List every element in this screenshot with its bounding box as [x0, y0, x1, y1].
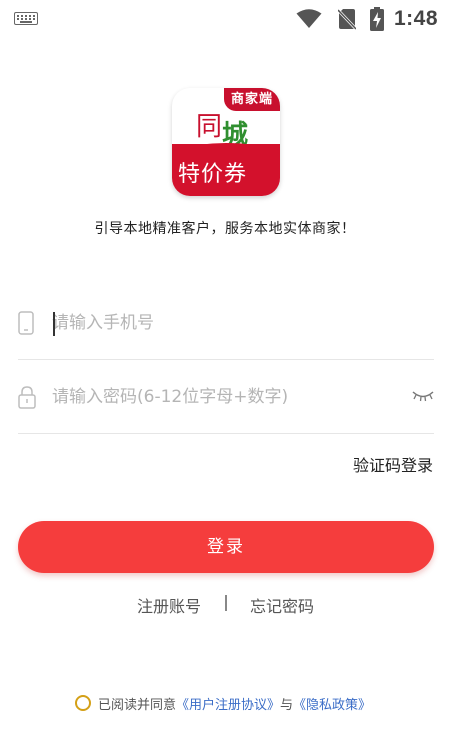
password-field-row	[18, 360, 434, 434]
logo-badge: 商家端	[224, 88, 280, 111]
phone-input[interactable]	[52, 306, 392, 340]
logo-bottom-band: 特价券	[172, 144, 280, 196]
phone-icon	[18, 311, 34, 335]
status-bar: 1:48	[0, 0, 450, 38]
agreement-row: 已阅读并同意 《用户注册协议》 与 《隐私政策》	[75, 693, 371, 713]
lock-icon	[18, 386, 36, 409]
forgot-password-link[interactable]: 忘记密码	[250, 593, 314, 617]
link-divider	[225, 595, 227, 611]
agreement-prefix: 已阅读并同意	[98, 697, 177, 713]
user-agreement-link[interactable]: 《用户注册协议》	[176, 694, 280, 713]
battery-charging-icon	[369, 7, 384, 31]
agreement-conjunction: 与	[280, 697, 294, 713]
logo-char-tong: 同	[196, 112, 223, 142]
wifi-icon	[296, 9, 322, 28]
logo-wave	[172, 143, 280, 150]
clock: 1:48	[393, 7, 438, 30]
keyboard-icon	[14, 12, 38, 25]
slogan: 引导本地精准客户，服务本地实体商家！	[94, 221, 356, 237]
no-sim-icon	[337, 8, 356, 30]
register-link[interactable]: 注册账号	[137, 593, 201, 617]
logo-tagline: 特价券	[178, 162, 248, 187]
eye-closed-icon[interactable]	[412, 390, 434, 402]
phone-field-row	[18, 286, 434, 360]
account-links: 注册账号 忘记密码	[0, 593, 450, 617]
password-input[interactable]	[52, 380, 392, 414]
login-button[interactable]: 登录	[18, 521, 434, 573]
agree-radio-button[interactable]	[75, 695, 91, 711]
code-login-link[interactable]: 验证码登录	[353, 452, 433, 476]
privacy-policy-link[interactable]: 《隐私政策》	[293, 694, 371, 713]
text-cursor	[53, 312, 55, 336]
app-logo: 商家端 同 城 特价券	[172, 88, 280, 196]
